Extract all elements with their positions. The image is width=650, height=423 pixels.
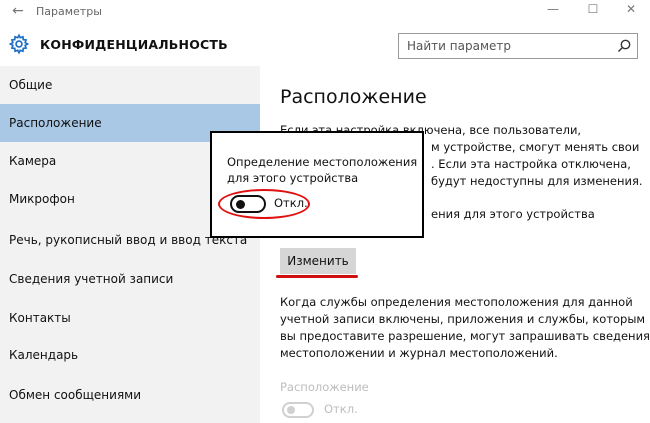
location-toggle-state: Откл. <box>324 402 358 416</box>
sidebar-item-general[interactable]: Общие <box>0 66 260 104</box>
device-location-toggle[interactable] <box>230 195 266 213</box>
main-content: Расположение Если эта настройка включена… <box>260 66 650 423</box>
sidebar-item-account-info[interactable]: Сведения учетной записи <box>0 260 260 298</box>
close-button[interactable]: ✕ <box>620 2 642 16</box>
minimize-button[interactable]: — <box>542 2 564 16</box>
toggle-knob <box>236 200 245 209</box>
account-location-line: местоположении и журнал местоположений. <box>280 346 558 360</box>
popup-title-line: Определение местоположения <box>227 155 418 169</box>
maximize-button[interactable]: ☐ <box>582 2 604 16</box>
sidebar: Общие Расположение Камера Микрофон Речь,… <box>0 66 260 423</box>
gear-icon <box>8 33 30 55</box>
highlight-underline <box>276 275 358 278</box>
page-title: Расположение <box>280 86 427 108</box>
location-toggle-label: Расположение <box>280 380 369 394</box>
window-title: Параметры <box>36 5 102 18</box>
page-section-title: КОНФИДЕНЦИАЛЬНОСТЬ <box>40 37 228 52</box>
sidebar-item-contacts[interactable]: Контакты <box>0 299 260 337</box>
sidebar-item-calendar[interactable]: Календарь <box>0 336 260 374</box>
sidebar-item-messaging[interactable]: Обмен сообщениями <box>0 376 260 414</box>
device-location-popup: Определение местоположения для этого уст… <box>210 131 424 238</box>
account-location-paragraph: Когда службы определения местоположения … <box>280 294 650 362</box>
back-arrow-icon[interactable]: ← <box>10 3 26 19</box>
search-icon[interactable] <box>616 38 632 54</box>
location-toggle[interactable] <box>282 402 314 418</box>
search-box[interactable]: Найти параметр <box>398 33 638 59</box>
popup-title: Определение местоположения для этого уст… <box>227 154 417 186</box>
change-button[interactable]: Изменить <box>280 248 356 274</box>
account-location-line: учетной записи включены, приложения и сл… <box>280 312 646 326</box>
header: КОНФИДЕНЦИАЛЬНОСТЬ Найти параметр <box>0 24 650 66</box>
popup-title-line: для этого устройства <box>227 171 359 185</box>
toggle-knob <box>287 406 295 414</box>
account-location-line: Когда службы определения местоположения … <box>280 295 633 309</box>
title-bar: ← Параметры — ☐ ✕ <box>0 0 650 24</box>
device-location-toggle-state: Откл. <box>274 196 308 210</box>
account-location-line: вы предоставите разрешение, могут запраш… <box>280 329 650 343</box>
search-input[interactable]: Найти параметр <box>407 39 511 53</box>
